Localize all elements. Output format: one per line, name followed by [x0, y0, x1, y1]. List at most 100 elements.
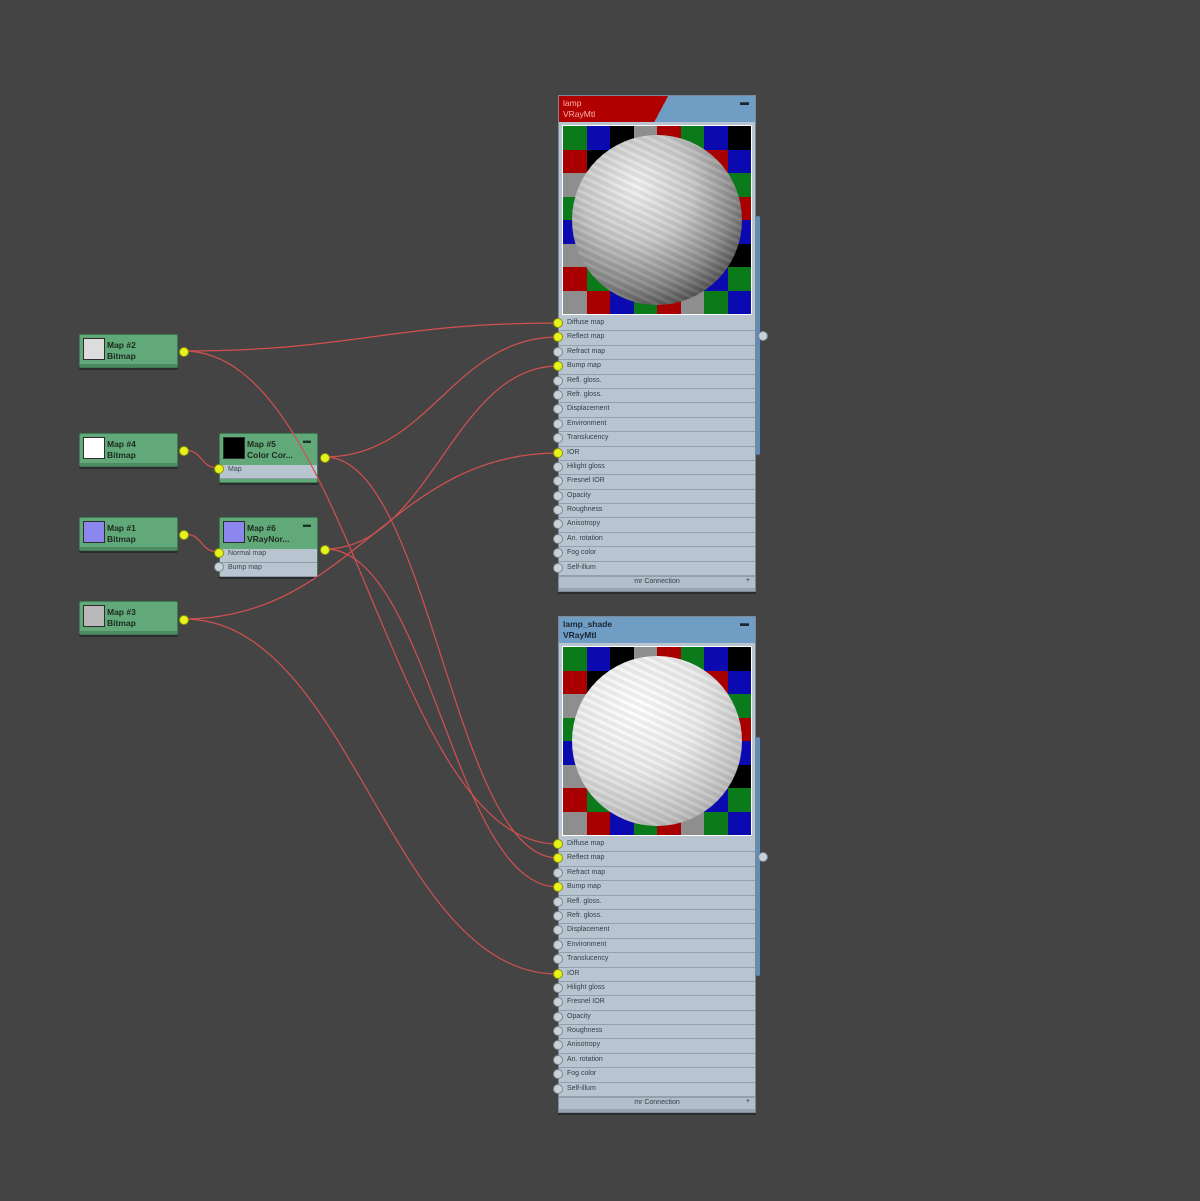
slot-refl-gloss[interactable]: Refl. gloss. — [559, 375, 755, 389]
input-socket-refr-gloss[interactable] — [553, 390, 563, 400]
slot-translucency[interactable]: Translucency — [559, 953, 755, 968]
minimize-icon[interactable]: ▬ — [303, 520, 311, 529]
input-socket-refract-map[interactable] — [553, 868, 563, 878]
slot-ior[interactable]: IOR — [559, 968, 755, 982]
slot-refr-gloss[interactable]: Refr. gloss. — [559, 910, 755, 925]
input-socket-fog-color[interactable] — [553, 548, 563, 558]
slot-refl-gloss[interactable]: Refl. gloss. — [559, 896, 755, 910]
input-dot-map5[interactable] — [214, 464, 224, 474]
minimize-icon[interactable]: ▬ — [303, 436, 311, 445]
output-socket-map6[interactable] — [320, 545, 330, 555]
input-socket-reflect-map[interactable] — [553, 853, 563, 863]
slot-reflect-map[interactable]: Reflect map — [559, 331, 755, 346]
slot-hilight-gloss[interactable]: Hilight gloss — [559, 461, 755, 476]
input-socket-roughness[interactable] — [553, 1026, 563, 1036]
map-node-map6[interactable]: Map #6 VRayNor... ▬ Normal map Bump map — [219, 517, 318, 577]
slot-ior[interactable]: IOR — [559, 447, 755, 461]
map-node-map4[interactable]: Map #4 Bitmap — [79, 433, 178, 467]
slot-an-rotation[interactable]: An. rotation — [559, 1054, 755, 1069]
input-socket-roughness[interactable] — [553, 505, 563, 515]
output-socket-map1[interactable] — [179, 530, 189, 540]
input-socket-refl-gloss[interactable] — [553, 897, 563, 907]
slot-opacity[interactable]: Opacity — [559, 1011, 755, 1026]
slot-environment[interactable]: Environment — [559, 939, 755, 954]
slot-self-illum[interactable]: Self-illum — [559, 562, 755, 577]
slot-displacement[interactable]: Displacement — [559, 924, 755, 939]
input-socket-fresnel-ior[interactable] — [553, 997, 563, 1007]
map-node-map5[interactable]: Map #5 Color Cor... ▬ Map — [219, 433, 318, 483]
input-socket-displacement[interactable] — [553, 404, 563, 414]
slot-diffuse-map[interactable]: Diffuse map — [559, 838, 755, 853]
input-socket-environment[interactable] — [553, 940, 563, 950]
map-node-map1[interactable]: Map #1 Bitmap — [79, 517, 178, 551]
slot-an-rotation[interactable]: An. rotation — [559, 533, 755, 548]
input-socket-bump-map[interactable]: Bump map — [220, 563, 317, 577]
slot-diffuse-map[interactable]: Diffuse map — [559, 317, 755, 332]
output-socket-map5[interactable] — [320, 453, 330, 463]
input-socket-translucency[interactable] — [553, 954, 563, 964]
slot-bump-map[interactable]: Bump map — [559, 360, 755, 375]
input-socket-bump-map[interactable] — [553, 882, 563, 892]
input-socket-opacity[interactable] — [553, 491, 563, 501]
input-socket-ior[interactable] — [553, 969, 563, 979]
slot-anisotropy[interactable]: Anisotropy — [559, 1039, 755, 1054]
slot-roughness[interactable]: Roughness — [559, 1025, 755, 1040]
material-header[interactable]: lamp_shade VRayMtl ▬ — [559, 617, 755, 643]
slot-bump-map[interactable]: Bump map — [559, 881, 755, 896]
input-socket-hilight-gloss[interactable] — [553, 462, 563, 472]
material-node-lamp-shade[interactable]: lamp_shade VRayMtl ▬ Diffuse map Reflect m… — [558, 616, 756, 1114]
material-header[interactable]: lamp VRayMtl ▬ — [559, 96, 755, 122]
input-socket-bump-map[interactable] — [553, 361, 563, 371]
input-socket-an-rotation[interactable] — [553, 534, 563, 544]
slot-environment[interactable]: Environment — [559, 418, 755, 433]
mr-connection-rollout[interactable]: mr Connection + — [559, 1097, 755, 1110]
input-socket-opacity[interactable] — [553, 1012, 563, 1022]
input-dot-normal-map[interactable] — [214, 548, 224, 558]
slot-refract-map[interactable]: Refract map — [559, 346, 755, 361]
input-socket-refr-gloss[interactable] — [553, 911, 563, 921]
input-socket-map[interactable]: Map — [220, 465, 317, 479]
slot-displacement[interactable]: Displacement — [559, 403, 755, 418]
input-socket-anisotropy[interactable] — [553, 1040, 563, 1050]
input-socket-self-illum[interactable] — [553, 1084, 563, 1094]
output-socket-map2[interactable] — [179, 347, 189, 357]
input-socket-diffuse-map[interactable] — [553, 318, 563, 328]
input-socket-an-rotation[interactable] — [553, 1055, 563, 1065]
input-socket-environment[interactable] — [553, 419, 563, 429]
minimize-icon[interactable]: ▬ — [740, 97, 749, 107]
output-socket-lamp[interactable] — [758, 331, 768, 341]
input-socket-displacement[interactable] — [553, 925, 563, 935]
map-node-map2[interactable]: Map #2 Bitmap — [79, 334, 178, 368]
input-socket-diffuse-map[interactable] — [553, 839, 563, 849]
slot-fresnel-ior[interactable]: Fresnel IOR — [559, 996, 755, 1011]
input-socket-reflect-map[interactable] — [553, 332, 563, 342]
input-socket-refl-gloss[interactable] — [553, 376, 563, 386]
input-socket-normal-map[interactable]: Normal map — [220, 549, 317, 563]
slot-self-illum[interactable]: Self-illum — [559, 1083, 755, 1098]
slot-hilight-gloss[interactable]: Hilight gloss — [559, 982, 755, 997]
input-socket-self-illum[interactable] — [553, 563, 563, 573]
slot-reflect-map[interactable]: Reflect map — [559, 852, 755, 867]
output-socket-map3[interactable] — [179, 615, 189, 625]
input-dot-bump-map[interactable] — [214, 562, 224, 572]
input-socket-hilight-gloss[interactable] — [553, 983, 563, 993]
input-socket-fresnel-ior[interactable] — [553, 476, 563, 486]
input-socket-ior[interactable] — [553, 448, 563, 458]
input-socket-refract-map[interactable] — [553, 347, 563, 357]
slot-refract-map[interactable]: Refract map — [559, 867, 755, 882]
map-node-map3[interactable]: Map #3 Bitmap — [79, 601, 178, 635]
slot-fog-color[interactable]: Fog color — [559, 1068, 755, 1083]
input-socket-fog-color[interactable] — [553, 1069, 563, 1079]
material-node-lamp[interactable]: lamp VRayMtl ▬ Diffuse map Reflect map Refr… — [558, 95, 756, 593]
slot-anisotropy[interactable]: Anisotropy — [559, 518, 755, 533]
mr-connection-rollout[interactable]: mr Connection + — [559, 576, 755, 589]
output-socket-lamp-shade[interactable] — [758, 852, 768, 862]
output-socket-map4[interactable] — [179, 446, 189, 456]
input-socket-anisotropy[interactable] — [553, 519, 563, 529]
input-socket-translucency[interactable] — [553, 433, 563, 443]
slot-fresnel-ior[interactable]: Fresnel IOR — [559, 475, 755, 490]
slot-translucency[interactable]: Translucency — [559, 432, 755, 447]
slot-opacity[interactable]: Opacity — [559, 490, 755, 505]
minimize-icon[interactable]: ▬ — [740, 618, 749, 628]
slot-fog-color[interactable]: Fog color — [559, 547, 755, 562]
